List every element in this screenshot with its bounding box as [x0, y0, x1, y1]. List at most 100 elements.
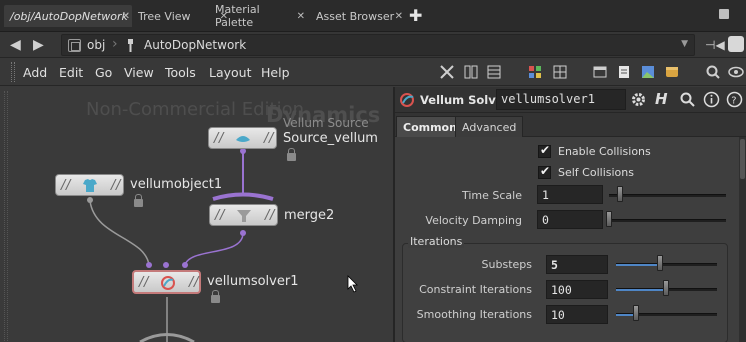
- dop-network-icon: [128, 39, 133, 52]
- list-view-icon[interactable]: [463, 64, 479, 80]
- constraint-iterations-label: Constraint Iterations: [419, 283, 532, 296]
- menu-help[interactable]: Help: [261, 65, 290, 80]
- menu-view[interactable]: View: [124, 65, 154, 80]
- node-vellumsolver1[interactable]: / / / /: [132, 270, 201, 294]
- constraint-iterations-slider-handle[interactable]: [663, 280, 669, 296]
- self-collisions-checkbox[interactable]: [538, 164, 551, 179]
- vellum-solver-icon: [161, 276, 175, 290]
- wire-object-solver: [89, 200, 150, 266]
- smoothing-iterations-field[interactable]: 10: [546, 305, 608, 324]
- output-dot: [240, 230, 246, 236]
- menu-edit[interactable]: Edit: [59, 65, 83, 80]
- tab-asset-browser[interactable]: Asset Browser ✕: [310, 5, 405, 27]
- tab-common[interactable]: Common: [396, 116, 464, 137]
- parameter-tabs: Common Advanced: [395, 113, 746, 137]
- link-icon[interactable]: [728, 36, 744, 52]
- menu-add[interactable]: Add: [23, 65, 47, 80]
- vellum-source-icon: [236, 136, 250, 142]
- back-arrow-icon[interactable]: ◀: [10, 37, 21, 53]
- pin-icon[interactable]: ⊣◀: [705, 38, 725, 52]
- breadcrumb-obj[interactable]: obj: [87, 38, 105, 52]
- node-label: vellumobject1: [130, 177, 223, 192]
- menu-layout[interactable]: Layout: [209, 65, 252, 80]
- tab-label: Tree View: [138, 9, 191, 23]
- breadcrumb-autodopnetwork[interactable]: AutoDopNetwork: [144, 38, 246, 52]
- asset-icon[interactable]: [664, 64, 680, 80]
- node-source-vellum[interactable]: / / / /: [208, 127, 277, 149]
- close-icon[interactable]: ✕: [395, 11, 403, 22]
- network-type-icon: [68, 39, 81, 52]
- tab-label: Asset Browser: [316, 9, 395, 23]
- smoothing-iterations-slider-handle[interactable]: [633, 305, 639, 321]
- parameter-header: Vellum Solver vellumsolver1 H ?: [395, 87, 746, 113]
- tab-network[interactable]: /obj/AutoDopNetwork ✕: [4, 5, 132, 27]
- time-scale-slider-track[interactable]: [609, 194, 726, 197]
- node-label: vellumsolver1: [207, 274, 299, 289]
- tools-icon[interactable]: [439, 64, 455, 80]
- scrollbar-thumb[interactable]: [740, 139, 745, 179]
- input-dot: [146, 262, 152, 268]
- close-icon[interactable]: ✕: [297, 11, 305, 22]
- substeps-field[interactable]: 5: [546, 255, 608, 274]
- info-icon[interactable]: [703, 91, 720, 108]
- node-merge2[interactable]: / / / /: [209, 204, 278, 226]
- search-icon[interactable]: [679, 91, 696, 108]
- chevron-right-icon: ›: [112, 36, 118, 52]
- substeps-slider-track[interactable]: [616, 263, 717, 266]
- substeps-slider-handle[interactable]: [657, 255, 663, 271]
- substeps-label: Substeps: [481, 258, 532, 271]
- menu-bar: Add Edit Go View Tools Layout Help: [0, 58, 746, 86]
- vellum-solver-icon: [400, 93, 414, 107]
- smoothing-iterations-label: Smoothing Iterations: [416, 308, 532, 321]
- constraint-iterations-field[interactable]: 100: [546, 280, 608, 299]
- enable-collisions-checkbox[interactable]: [538, 143, 551, 158]
- self-collisions-label: Self Collisions: [558, 166, 634, 179]
- velocity-damping-slider-handle[interactable]: [606, 211, 612, 227]
- close-icon[interactable]: ✕: [122, 11, 130, 22]
- node-name-field[interactable]: vellumsolver1: [496, 89, 626, 110]
- node-vellumobject1[interactable]: / / / /: [55, 174, 124, 196]
- node-type-label: Vellum Source: [283, 116, 369, 130]
- help-icon[interactable]: ?: [726, 91, 743, 108]
- path-bar: ◀ ▶ obj › AutoDopNetwork ▼ ⊣◀: [0, 32, 746, 58]
- lock-icon: [134, 194, 143, 207]
- tab-material-palette[interactable]: Material Palette ✕: [209, 3, 307, 29]
- merge-input-bar: [212, 192, 274, 201]
- gear-icon[interactable]: [630, 91, 647, 108]
- add-tab-icon[interactable]: ✚: [409, 6, 422, 25]
- parameter-scrollbar[interactable]: [739, 137, 746, 342]
- velocity-damping-field[interactable]: 0: [537, 210, 603, 229]
- input-dot: [182, 262, 188, 268]
- toolbar-grip[interactable]: [11, 62, 15, 82]
- tab-bar: /obj/AutoDopNetwork ✕ Tree View ✕ Materi…: [0, 0, 746, 32]
- path-dropdown-icon[interactable]: ▼: [681, 39, 688, 49]
- menu-go[interactable]: Go: [95, 65, 112, 80]
- smoothing-iterations-slider-track[interactable]: [616, 313, 717, 316]
- sticky-note-icon[interactable]: [616, 64, 632, 80]
- tab-label: /obj/AutoDopNetwork: [10, 9, 128, 23]
- output-dot: [87, 197, 93, 203]
- hda-icon[interactable]: H: [655, 90, 672, 108]
- time-scale-field[interactable]: 1: [537, 185, 603, 204]
- menu-tools[interactable]: Tools: [165, 65, 196, 80]
- wire-merge-solver: [184, 232, 244, 266]
- eye-icon[interactable]: [728, 64, 744, 80]
- forward-arrow-icon[interactable]: ▶: [33, 37, 44, 53]
- tree-view-icon[interactable]: [486, 64, 502, 80]
- time-scale-label: Time Scale: [461, 189, 522, 202]
- path-field[interactable]: obj › AutoDopNetwork ▼: [61, 34, 695, 56]
- parameter-pane: Vellum Solver vellumsolver1 H ? Common A…: [395, 87, 746, 342]
- tab-advanced[interactable]: Advanced: [455, 116, 524, 137]
- network-box-icon[interactable]: [592, 64, 608, 80]
- pane-menu-icon[interactable]: [719, 9, 729, 19]
- parameter-body: Enable Collisions Self Collisions Time S…: [395, 137, 739, 342]
- velocity-damping-label: Velocity Damping: [425, 214, 522, 227]
- velocity-damping-slider-track[interactable]: [609, 219, 726, 222]
- color-grid-icon[interactable]: [527, 64, 543, 80]
- lock-icon: [287, 148, 296, 161]
- time-scale-slider-handle[interactable]: [617, 186, 623, 202]
- image-icon[interactable]: [640, 64, 656, 80]
- tab-label: Material Palette: [215, 3, 260, 29]
- grid-icon[interactable]: [552, 64, 568, 80]
- search-icon[interactable]: [705, 64, 721, 80]
